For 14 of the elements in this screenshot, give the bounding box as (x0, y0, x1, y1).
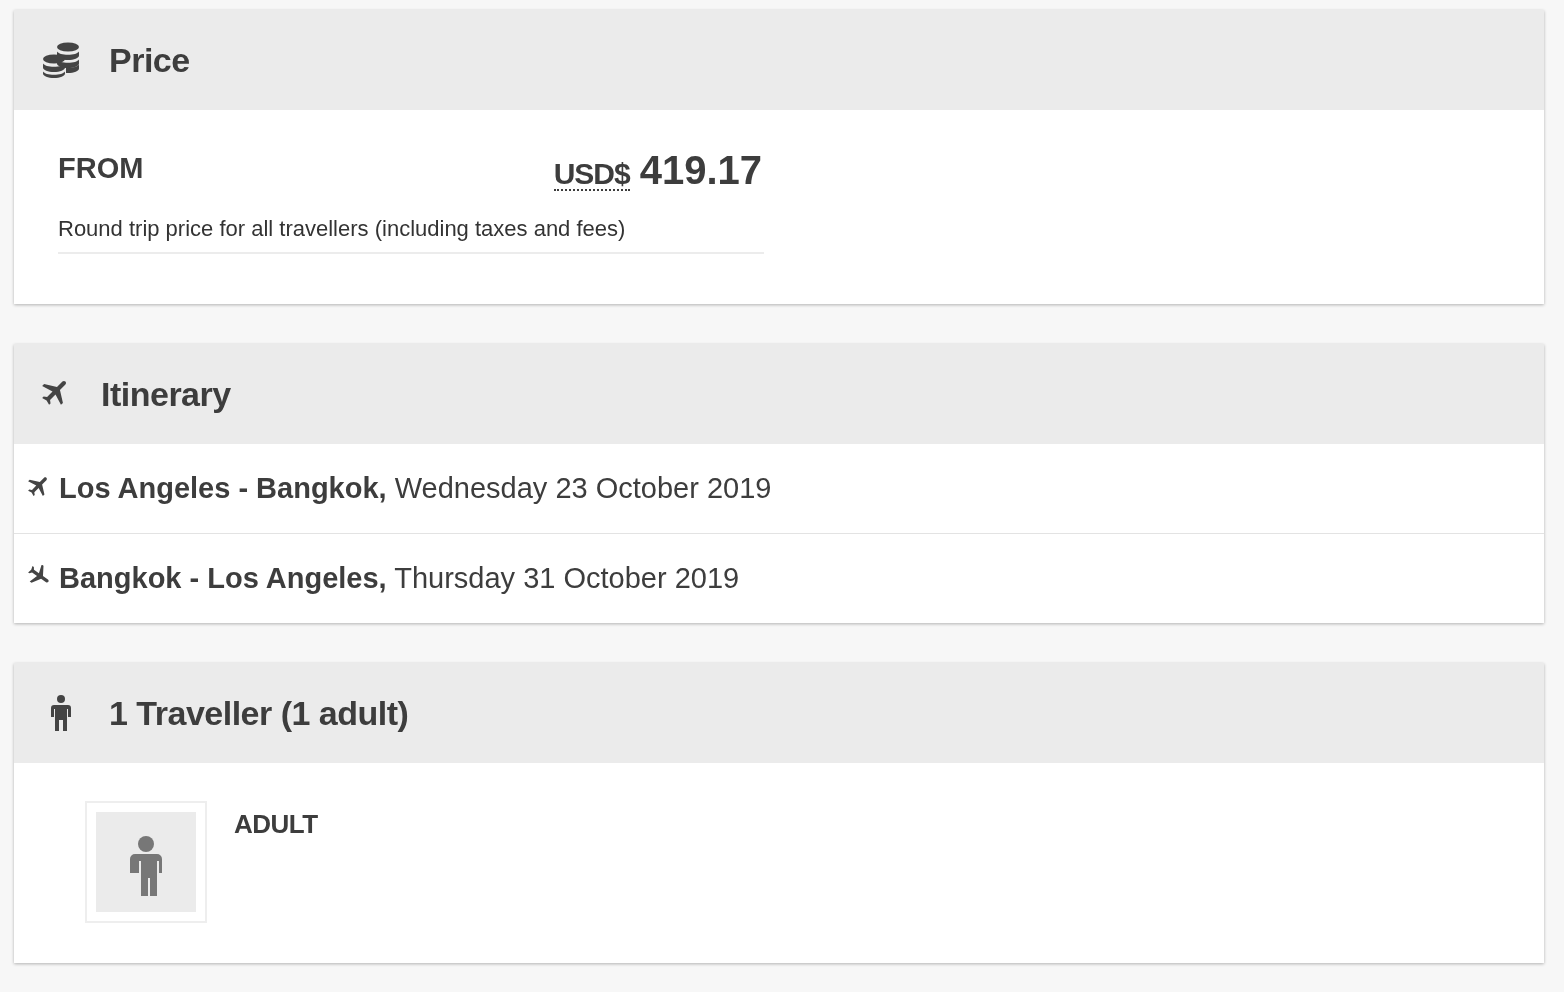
passenger-type-label: ADULT (234, 809, 318, 840)
from-label: FROM (58, 152, 144, 185)
flight-leg-text: Los Angeles - Bangkok, Wednesday 23 October 2019 (59, 472, 772, 505)
price-amount: 419.17 (639, 148, 762, 192)
departing-plane-icon (28, 474, 50, 497)
flight-leg-text: Bangkok - Los Angeles, Thursday 31 October 2019 (59, 562, 740, 595)
person-silhouette-icon (130, 836, 162, 896)
section-title: 1 Traveller (1 adult) (109, 693, 409, 733)
section-title: Price (109, 40, 190, 80)
section-title: Itinerary (101, 374, 231, 414)
person-icon (50, 695, 72, 731)
currency-code: USD$ (553, 159, 630, 191)
price-note: Round trip price for all travellers (including taxes and fees) (58, 216, 627, 242)
coins-icon (42, 42, 80, 78)
